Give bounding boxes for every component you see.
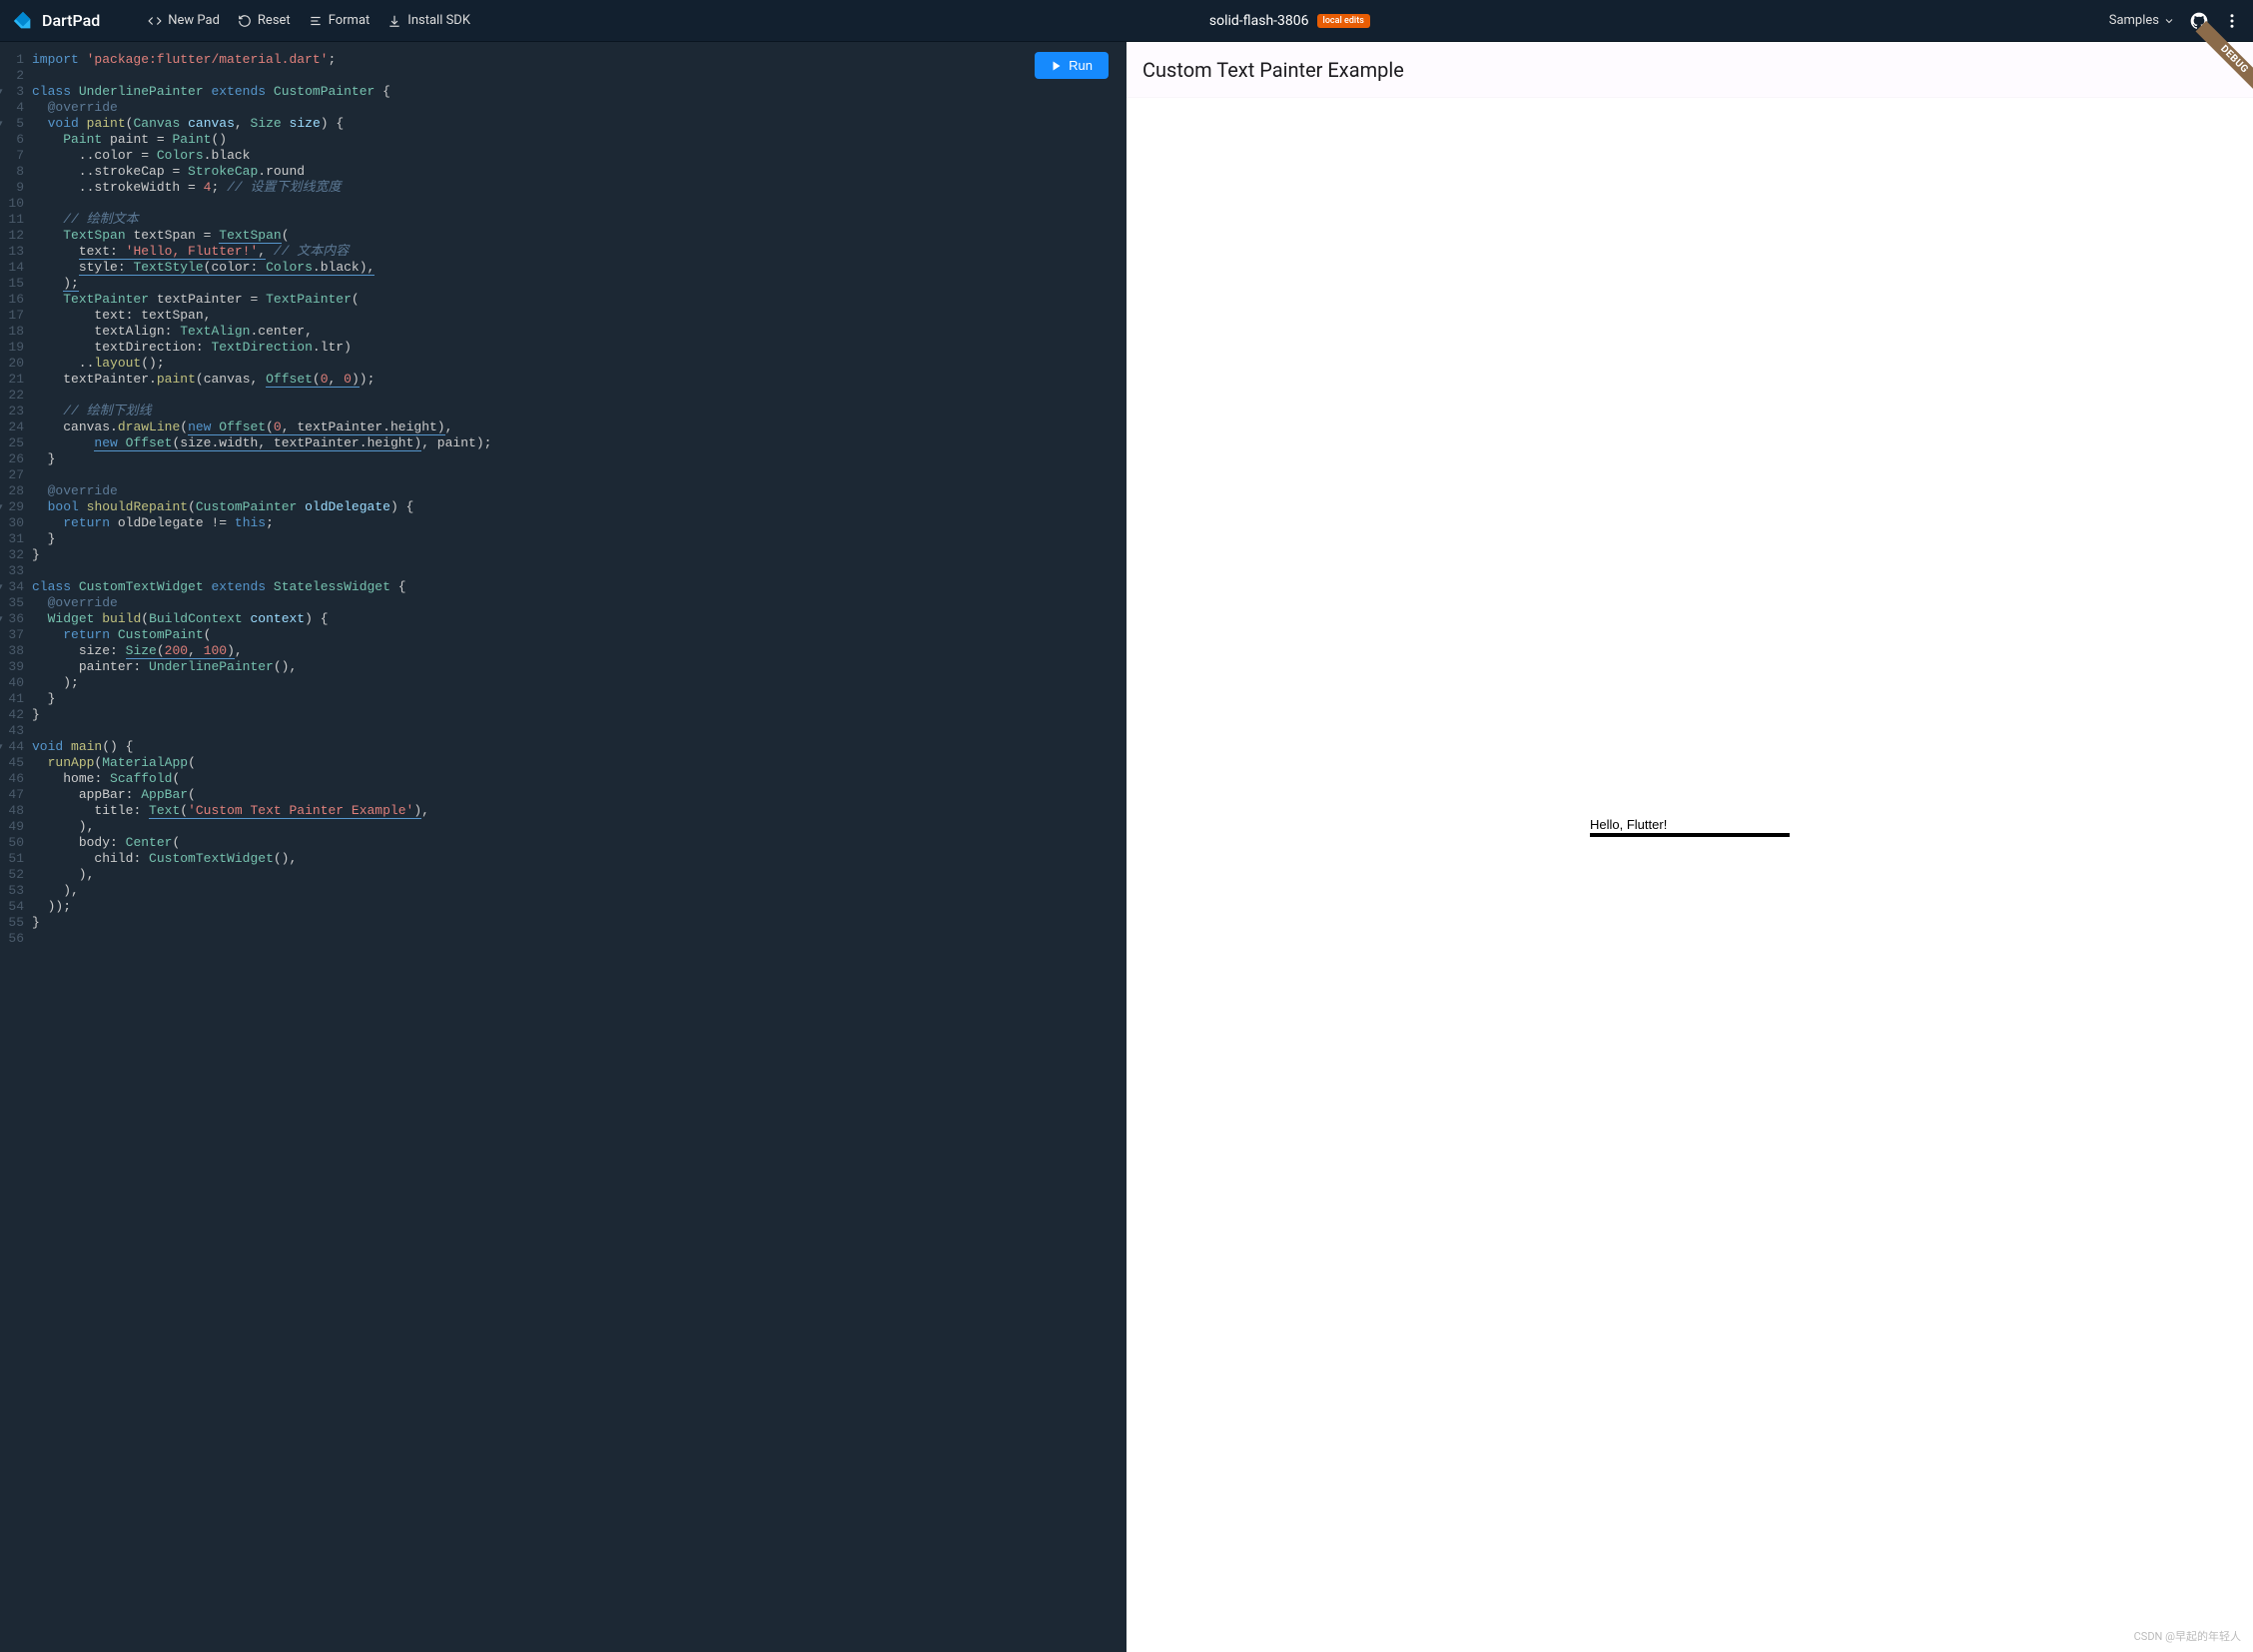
code-area[interactable]: import 'package:flutter/material.dart'; …: [32, 52, 1126, 1652]
install-button[interactable]: Install SDK: [387, 13, 470, 28]
brand-text: DartPad: [42, 11, 100, 30]
run-button[interactable]: Run: [1035, 52, 1109, 79]
newpad-button[interactable]: New Pad: [148, 13, 220, 28]
preview-body: Hello, Flutter!: [1126, 98, 2253, 1652]
editor-panel: Run 123▾45▾67891011121314151617181920212…: [0, 42, 1126, 1652]
chevron-down-icon: [2163, 15, 2175, 27]
reset-label: Reset: [258, 13, 291, 28]
reset-button[interactable]: Reset: [238, 13, 291, 28]
custom-paint: Hello, Flutter!: [1590, 825, 1790, 925]
header: DartPad New Pad Reset Format Install SDK…: [0, 0, 2253, 42]
reset-icon: [238, 14, 252, 28]
code-editor[interactable]: 123▾45▾678910111213141516171819202122232…: [0, 42, 1126, 1652]
dartpad-logo-icon: [12, 10, 34, 32]
painted-text: Hello, Flutter!: [1590, 817, 1667, 832]
format-label: Format: [329, 13, 371, 28]
main: Run 123▾45▾67891011121314151617181920212…: [0, 42, 2253, 1652]
menu-button[interactable]: [2223, 12, 2241, 30]
play-icon: [1051, 60, 1063, 72]
preview-appbar: Custom Text Painter Example: [1126, 42, 2253, 98]
logo[interactable]: DartPad: [12, 10, 100, 32]
code-icon: [148, 14, 162, 28]
project-name-area: solid-flash-3806 local edits: [1209, 13, 1370, 29]
newpad-label: New Pad: [168, 13, 220, 28]
header-left: DartPad New Pad Reset Format Install SDK: [12, 10, 470, 32]
painted-underline: [1590, 833, 1790, 837]
line-gutter: 123▾45▾678910111213141516171819202122232…: [0, 52, 32, 1652]
samples-dropdown[interactable]: Samples: [2109, 13, 2175, 28]
run-label: Run: [1069, 58, 1093, 73]
project-name[interactable]: solid-flash-3806: [1209, 13, 1309, 29]
format-icon: [309, 14, 323, 28]
samples-label: Samples: [2109, 13, 2159, 28]
preview-title: Custom Text Painter Example: [1142, 58, 1404, 82]
local-edits-badge: local edits: [1317, 14, 1370, 28]
install-label: Install SDK: [407, 13, 470, 28]
more-vert-icon: [2223, 12, 2241, 30]
header-right: Samples: [2109, 11, 2241, 31]
watermark: CSDN @早起的年轻人: [2134, 1628, 2241, 1644]
preview-panel: DEBUG Custom Text Painter Example Hello,…: [1126, 42, 2253, 1652]
format-button[interactable]: Format: [309, 13, 371, 28]
download-icon: [387, 14, 401, 28]
toolbar: New Pad Reset Format Install SDK: [148, 13, 470, 28]
